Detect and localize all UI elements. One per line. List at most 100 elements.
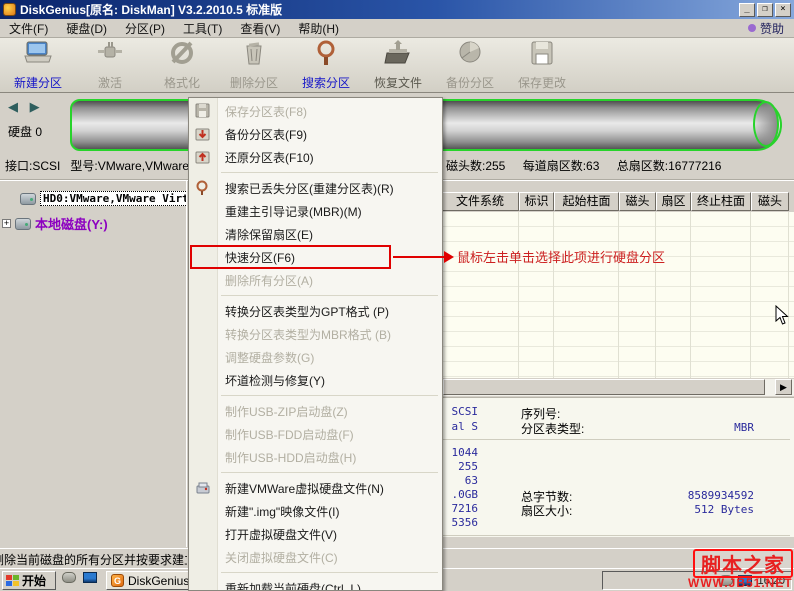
menu-item-reload-current-disk[interactable]: 重新加载当前硬盘(Ctrl_L) xyxy=(189,577,442,590)
grid-line xyxy=(655,212,656,378)
menu-tools[interactable]: 工具(T) xyxy=(174,19,231,37)
disk-icon xyxy=(20,192,36,205)
search-partition-button[interactable]: 搜索分区 xyxy=(290,38,362,92)
tree-item-hd0[interactable]: HD0:VMware,VMware Virtual xyxy=(20,191,212,206)
menu-item-backup-partition-table[interactable]: 备份分区表(F9) xyxy=(189,123,442,146)
menu-item-label: 制作USB-FDD启动盘(F) xyxy=(225,428,354,442)
grid-line xyxy=(553,212,554,378)
format-button[interactable]: 格式化 xyxy=(146,38,218,92)
backup-partition-button[interactable]: 备份分区 xyxy=(434,38,506,92)
menu-item-usb-fdd-boot[interactable]: 制作USB-FDD启动盘(F) xyxy=(189,423,442,446)
scrollbar-thumb[interactable] xyxy=(443,379,765,395)
toolbar-label: 搜索分区 xyxy=(301,76,350,90)
new-partition-button[interactable]: 新建分区 xyxy=(2,38,74,92)
grid-line xyxy=(750,212,751,378)
menu-item-convert-to-mbr[interactable]: 转换分区表类型为MBR格式 (B) xyxy=(189,323,442,346)
column-header-start-cylinder[interactable]: 起始柱面 xyxy=(554,192,619,211)
menu-item-search-lost-partitions[interactable]: 搜索已丢失分区(重建分区表)(R) xyxy=(189,177,442,200)
scroll-right-arrow[interactable]: ▶ xyxy=(775,379,792,395)
column-header-head2[interactable]: 磁头 xyxy=(751,192,789,211)
annotation-arrow-head xyxy=(444,251,454,263)
menu-item-clear-reserved-sectors[interactable]: 清除保留扇区(E) xyxy=(189,223,442,246)
menu-item-usb-zip-boot[interactable]: 制作USB-ZIP启动盘(Z) xyxy=(189,400,442,423)
info-fragment: al S xyxy=(451,420,479,433)
menu-item-label: 还原分区表(F10) xyxy=(225,151,314,165)
menu-item-open-virtual-disk[interactable]: 打开虚拟硬盘文件(V) xyxy=(189,523,442,546)
backup-partition-icon xyxy=(455,39,485,72)
column-header-flag[interactable]: 标识 xyxy=(519,192,554,211)
close-button[interactable]: × xyxy=(775,2,791,17)
quick-launch-icon-2[interactable] xyxy=(83,572,97,583)
column-header-head[interactable]: 磁头 xyxy=(619,192,656,211)
menu-item-label: 保存分区表(F8) xyxy=(225,105,307,119)
menu-separator xyxy=(189,469,442,477)
recover-files-button[interactable]: 恢复文件 xyxy=(362,38,434,92)
grid-line xyxy=(788,212,789,378)
tree-item-local-disk[interactable]: + 本地磁盘(Y:) xyxy=(2,214,108,233)
save-changes-button[interactable]: 保存更改 xyxy=(506,38,578,92)
partition-tree-panel xyxy=(0,181,186,547)
recover-files-icon xyxy=(383,39,413,72)
menu-separator xyxy=(189,292,442,300)
start-label: 开始 xyxy=(22,574,47,588)
disk-info-panel: SCSI al S 1044 255 63 .0GB 7216 5356 序列号… xyxy=(441,397,794,537)
menu-item-label: 删除所有分区(A) xyxy=(225,274,313,288)
menu-item-new-vmware-disk[interactable]: 新建VMWare虚拟硬盘文件(N) xyxy=(189,477,442,500)
diskgenius-taskbar-icon: G xyxy=(111,574,124,587)
format-icon xyxy=(167,39,197,72)
divider xyxy=(443,439,790,440)
menu-item-delete-all-partitions[interactable]: 删除所有分区(A) xyxy=(189,269,442,292)
disk-icon xyxy=(15,217,31,230)
menu-item-label: 清除保留扇区(E) xyxy=(225,228,313,242)
expand-plus-icon[interactable]: + xyxy=(2,219,11,228)
horizontal-scrollbar[interactable]: ▶ xyxy=(441,379,794,396)
menu-item-label: 调整硬盘参数(G) xyxy=(225,351,315,365)
menu-item-label: 关闭虚拟硬盘文件(C) xyxy=(225,551,338,565)
quick-launch-icon-1[interactable] xyxy=(62,572,76,583)
menu-item-usb-hdd-boot[interactable]: 制作USB-HDD启动盘(H) xyxy=(189,446,442,469)
info-fragment: 63 xyxy=(464,474,478,487)
sponsor-dot-icon xyxy=(747,24,756,32)
column-header-end-cylinder[interactable]: 终止柱面 xyxy=(691,192,751,211)
sector-size-value: 512 Bytes xyxy=(694,503,754,516)
delete-partition-button[interactable]: 删除分区 xyxy=(218,38,290,92)
menu-item-label: 备份分区表(F9) xyxy=(225,128,307,142)
menu-item-restore-partition-table[interactable]: 还原分区表(F10) xyxy=(189,146,442,169)
activate-button[interactable]: 激活 xyxy=(74,38,146,92)
disk-number-label: 硬盘 0 xyxy=(8,125,43,139)
start-button[interactable]: 开始 xyxy=(2,571,56,590)
total-sectors-label: 总扇区数:16777216 xyxy=(616,159,722,173)
menu-item-label: 转换分区表类型为GPT格式 (P) xyxy=(225,305,389,319)
menu-item-close-virtual-disk[interactable]: 关闭虚拟硬盘文件(C) xyxy=(189,546,442,569)
column-header-sector[interactable]: 扇区 xyxy=(656,192,691,211)
menu-disk[interactable]: 硬盘(D) xyxy=(57,19,116,37)
menu-help[interactable]: 帮助(H) xyxy=(289,19,348,37)
disk-nav-arrows[interactable]: ◀ ▶ xyxy=(8,99,44,115)
interface-label: 接口:SCSI xyxy=(5,159,61,173)
delete-partition-icon xyxy=(239,39,269,72)
menu-item-new-img-file[interactable]: 新建".img"映像文件(I) xyxy=(189,500,442,523)
annotation-text: 鼠标左击单击选择此项进行硬盘分区 xyxy=(457,250,666,265)
grid-line xyxy=(518,212,519,378)
sponsor-link[interactable]: 赞助 xyxy=(747,20,784,37)
minimize-button[interactable]: _ xyxy=(739,2,755,17)
new-partition-icon xyxy=(23,39,53,72)
menu-separator xyxy=(189,169,442,177)
title-bar[interactable]: DiskGenius[原名: DiskMan] V3.2.2010.5 标准版 … xyxy=(0,0,794,19)
menu-item-bad-track-check[interactable]: 坏道检测与修复(Y) xyxy=(189,369,442,392)
toolbar-label: 备份分区 xyxy=(445,76,494,90)
menu-item-adjust-disk-params[interactable]: 调整硬盘参数(G) xyxy=(189,346,442,369)
menu-partition[interactable]: 分区(P) xyxy=(116,19,174,37)
cylinder-end-cap xyxy=(753,101,779,147)
toolbar-label: 新建分区 xyxy=(13,76,62,90)
menu-item-save-partition-table[interactable]: 保存分区表(F8) xyxy=(189,100,442,123)
menu-file[interactable]: 文件(F) xyxy=(0,19,57,37)
toolbar: 新建分区 激活 格式化 删除分区 搜索分区 恢复文件 备份分区 保存更改 xyxy=(0,38,794,93)
menu-item-rebuild-mbr[interactable]: 重建主引导记录(MBR)(M) xyxy=(189,200,442,223)
menu-view[interactable]: 查看(V) xyxy=(231,19,289,37)
menu-item-convert-to-gpt[interactable]: 转换分区表类型为GPT格式 (P) xyxy=(189,300,442,323)
column-header-filesystem[interactable]: 文件系统 xyxy=(441,192,519,211)
spt-label: 每道扇区数:63 xyxy=(522,159,600,173)
restore-button[interactable]: ❐ xyxy=(757,2,773,17)
grid-line xyxy=(618,212,619,378)
